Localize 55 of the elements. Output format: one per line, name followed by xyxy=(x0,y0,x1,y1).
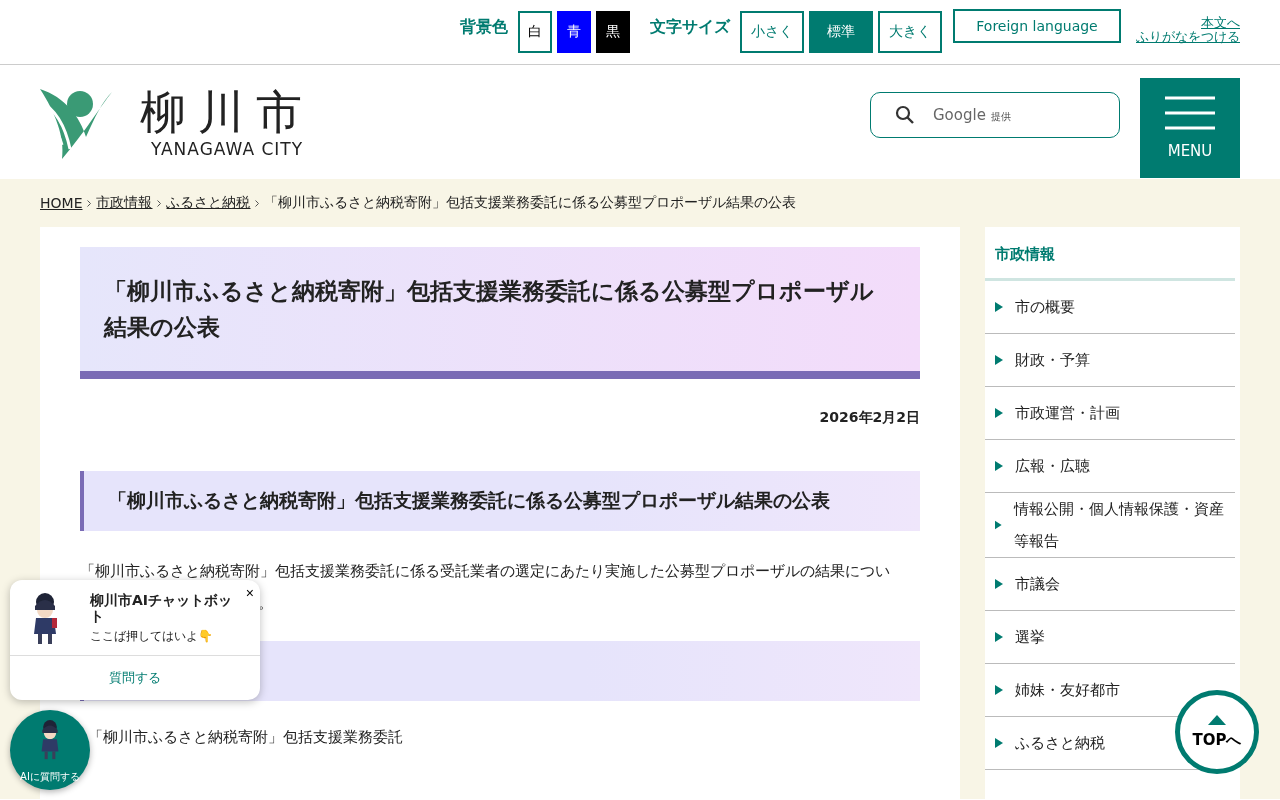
triangle-icon xyxy=(995,408,1003,418)
triangle-icon xyxy=(995,738,1003,748)
sidebar-link[interactable]: 市の概要 xyxy=(1015,291,1075,323)
menu-icon xyxy=(1165,96,1215,130)
section-heading: 「柳川市ふるさと納税寄附」包括支援業務委託に係る公募型プロポーザル結果の公表 xyxy=(80,471,920,531)
background-color-button[interactable]: 白 xyxy=(518,11,552,53)
chatbot-message: ここば押してはいよ👇 xyxy=(90,628,214,645)
breadcrumb-link[interactable]: 市政情報 xyxy=(96,194,153,212)
breadcrumb-link[interactable]: HOME xyxy=(40,195,83,211)
sidebar-link[interactable]: 財政・予算 xyxy=(1015,344,1090,376)
paragraph: 「柳川市ふるさと納税寄附」包括支援業務委託に係る受託業者の選定にあたり実施した公募型プロポーザルの結果につい xyxy=(80,561,891,582)
sidebar-link[interactable]: 選挙 xyxy=(1015,621,1045,653)
breadcrumb-current: 「柳川市ふるさと納税寄附」包括支援業務委託に係る公募型プロポーザル結果の公表 xyxy=(264,194,797,212)
chevron-icon xyxy=(157,199,162,207)
furigana-link[interactable]: ふりがなをつける xyxy=(1136,30,1240,44)
sidebar-link[interactable]: 市政運営・計画 xyxy=(1015,397,1120,429)
triangle-icon xyxy=(995,685,1003,695)
triangle-icon xyxy=(995,632,1003,642)
breadcrumb-link[interactable]: ふるさと納税 xyxy=(166,194,251,212)
sidebar-link[interactable]: 情報公開・個人情報保護・資産等報告 xyxy=(1013,493,1225,557)
search-icon xyxy=(895,105,915,125)
chatbot-title: 柳川市AIチャットボット xyxy=(90,592,234,624)
menu-button[interactable]: MENU xyxy=(1140,78,1240,178)
chevron-icon xyxy=(87,199,92,207)
up-arrow-icon xyxy=(1208,714,1226,725)
sidebar-link[interactable]: 姉妹・友好都市 xyxy=(1015,674,1120,706)
city-name-logo: 柳川市 xyxy=(140,85,314,139)
publish-date: 2026年2月2日 xyxy=(818,409,920,427)
text-size-button[interactable]: 大きく xyxy=(878,11,942,53)
background-color-label: 背景色 xyxy=(460,16,508,38)
sidebar-link[interactable]: 広報・広聴 xyxy=(1015,450,1090,482)
foreign-language-button[interactable]: Foreign language xyxy=(953,9,1121,43)
text-size-label: 文字サイズ xyxy=(650,16,730,38)
search-field[interactable]: Google 提供 xyxy=(870,92,1120,138)
body-text: 「柳川市ふるさと納税寄附」包括支援業務委託 xyxy=(87,727,404,748)
background-color-button[interactable]: 黒 xyxy=(596,11,630,53)
close-button[interactable]: × xyxy=(245,586,254,600)
triangle-icon xyxy=(995,355,1003,365)
text-size-button[interactable]: 標準 xyxy=(809,11,873,53)
chevron-icon xyxy=(255,199,260,207)
triangle-icon xyxy=(995,461,1003,471)
sidebar-link[interactable]: ふるさと納税 xyxy=(1015,727,1105,759)
search-provider-label: Google 提供 xyxy=(933,106,1011,124)
sidebar-heading: 市政情報 xyxy=(985,227,1235,281)
triangle-icon xyxy=(995,302,1003,312)
triangle-icon xyxy=(995,579,1003,589)
city-emblem-icon xyxy=(40,87,112,161)
city-name-subtitle: YANAGAWA CITY xyxy=(150,139,304,159)
page-title: 「柳川市ふるさと納税寄附」包括支援業務委託に係る公募型プロポーザル結果の公表 xyxy=(80,247,920,379)
triangle-icon xyxy=(995,520,1002,530)
background-color-button[interactable]: 青 xyxy=(557,11,591,53)
text-size-button[interactable]: 小さく xyxy=(740,11,804,53)
ask-question-button[interactable]: 質問する xyxy=(10,656,260,700)
skip-to-content-link[interactable]: 本文へ xyxy=(1201,16,1240,30)
sidebar-link[interactable]: 市議会 xyxy=(1015,568,1060,600)
